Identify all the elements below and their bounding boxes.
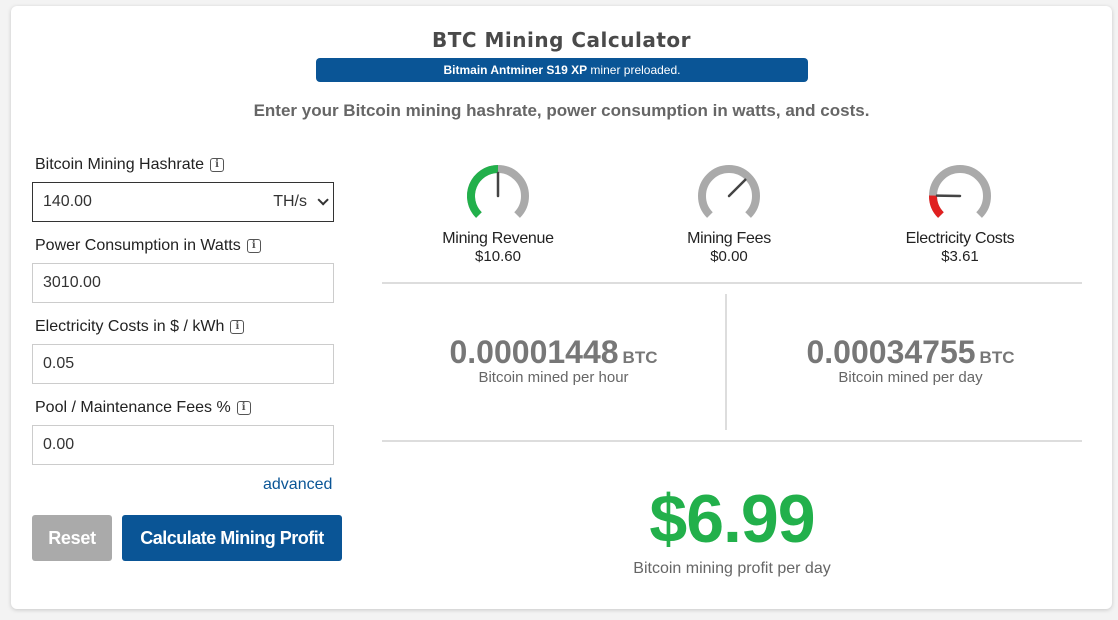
- gauge-electricity-costs: Electricity Costs $3.61: [880, 160, 1040, 265]
- stat-value-row: 0.00034755 BTC: [739, 334, 1082, 371]
- hashrate-unit[interactable]: TH/s: [273, 183, 307, 221]
- power-label-row: Power Consumption in Watts i: [35, 237, 261, 255]
- hashrate-label-row: Bitcoin Mining Hashrate i: [35, 156, 224, 174]
- gauge-value: $3.61: [941, 248, 979, 265]
- gauge-label: Electricity Costs: [905, 230, 1015, 247]
- btc-per-day-desc: Bitcoin mined per day: [838, 369, 983, 386]
- gauge-mining-revenue: Mining Revenue $10.60: [418, 160, 578, 265]
- info-icon[interactable]: i: [246, 239, 261, 253]
- btc-currency: BTC: [622, 348, 658, 367]
- gauge-track: [929, 165, 991, 218]
- electricity-label-row: Electricity Costs in $ / kWh i: [35, 318, 245, 336]
- gauge-needle: [727, 178, 747, 198]
- fees-label: Pool / Maintenance Fees %: [35, 399, 231, 416]
- chevron-down-icon[interactable]: [317, 194, 329, 206]
- power-value[interactable]: 3010.00: [43, 274, 101, 291]
- divider: [382, 440, 1082, 442]
- gauge-value: $10.60: [475, 248, 521, 265]
- banner-model: Bitmain Antminer S19 XP: [443, 63, 588, 77]
- hashrate-input[interactable]: 140.00 TH/s: [32, 182, 334, 222]
- gauge-dial: [467, 165, 529, 218]
- gauge-fill: [467, 165, 499, 218]
- electricity-label: Electricity Costs in $ / kWh: [35, 318, 225, 335]
- reset-button[interactable]: Reset: [32, 515, 112, 561]
- btc-currency: BTC: [979, 348, 1015, 367]
- power-input[interactable]: 3010.00: [32, 263, 334, 303]
- banner-suffix: miner preloaded.: [587, 63, 681, 77]
- hashrate-unit-select[interactable]: TH/s: [273, 183, 329, 221]
- fees-label-row: Pool / Maintenance Fees % i: [35, 399, 251, 417]
- page-title: BTC Mining Calculator: [431, 28, 692, 52]
- profit-value: $6.99: [649, 481, 815, 557]
- gauge-dial: [698, 165, 760, 218]
- fees-input[interactable]: 0.00: [32, 425, 334, 465]
- electricity-input[interactable]: 0.05: [32, 344, 334, 384]
- profit-desc: Bitcoin mining profit per day: [633, 560, 831, 577]
- page-subtitle: Enter your Bitcoin mining hashrate, powe…: [253, 101, 870, 120]
- stat-per-day: 0.00034755 BTC Bitcoin mined per day: [739, 334, 1082, 386]
- electricity-value[interactable]: 0.05: [43, 355, 74, 372]
- advanced-link[interactable]: advanced: [263, 476, 332, 494]
- divider: [725, 294, 727, 430]
- hashrate-label: Bitcoin Mining Hashrate: [35, 156, 204, 173]
- gauge-track: [698, 165, 760, 218]
- info-icon[interactable]: i: [230, 320, 245, 334]
- gauge-label: Mining Fees: [687, 230, 771, 247]
- btc-per-hour-desc: Bitcoin mined per hour: [478, 369, 629, 386]
- info-icon[interactable]: i: [209, 158, 224, 172]
- info-icon[interactable]: i: [236, 401, 251, 415]
- btc-per-hour-value: 0.00001448: [449, 334, 619, 370]
- calculate-button[interactable]: Calculate Mining Profit: [122, 515, 342, 561]
- gauge-fill: [929, 195, 944, 218]
- gauge-label: Mining Revenue: [442, 230, 554, 247]
- stat-per-hour: 0.00001448 BTC Bitcoin mined per hour: [382, 334, 725, 386]
- gauge-value: $0.00: [710, 248, 748, 265]
- fees-value[interactable]: 0.00: [43, 436, 74, 453]
- gauge-dial: [929, 165, 991, 218]
- power-label: Power Consumption in Watts: [35, 237, 241, 254]
- gauge-mining-fees: Mining Fees $0.00: [649, 160, 809, 265]
- preload-banner: Bitmain Antminer S19 XP miner preloaded.: [316, 58, 808, 82]
- btc-per-day-value: 0.00034755: [806, 334, 976, 370]
- divider: [382, 282, 1082, 284]
- stat-value-row: 0.00001448 BTC: [382, 334, 725, 371]
- hashrate-value[interactable]: 140.00: [43, 193, 92, 210]
